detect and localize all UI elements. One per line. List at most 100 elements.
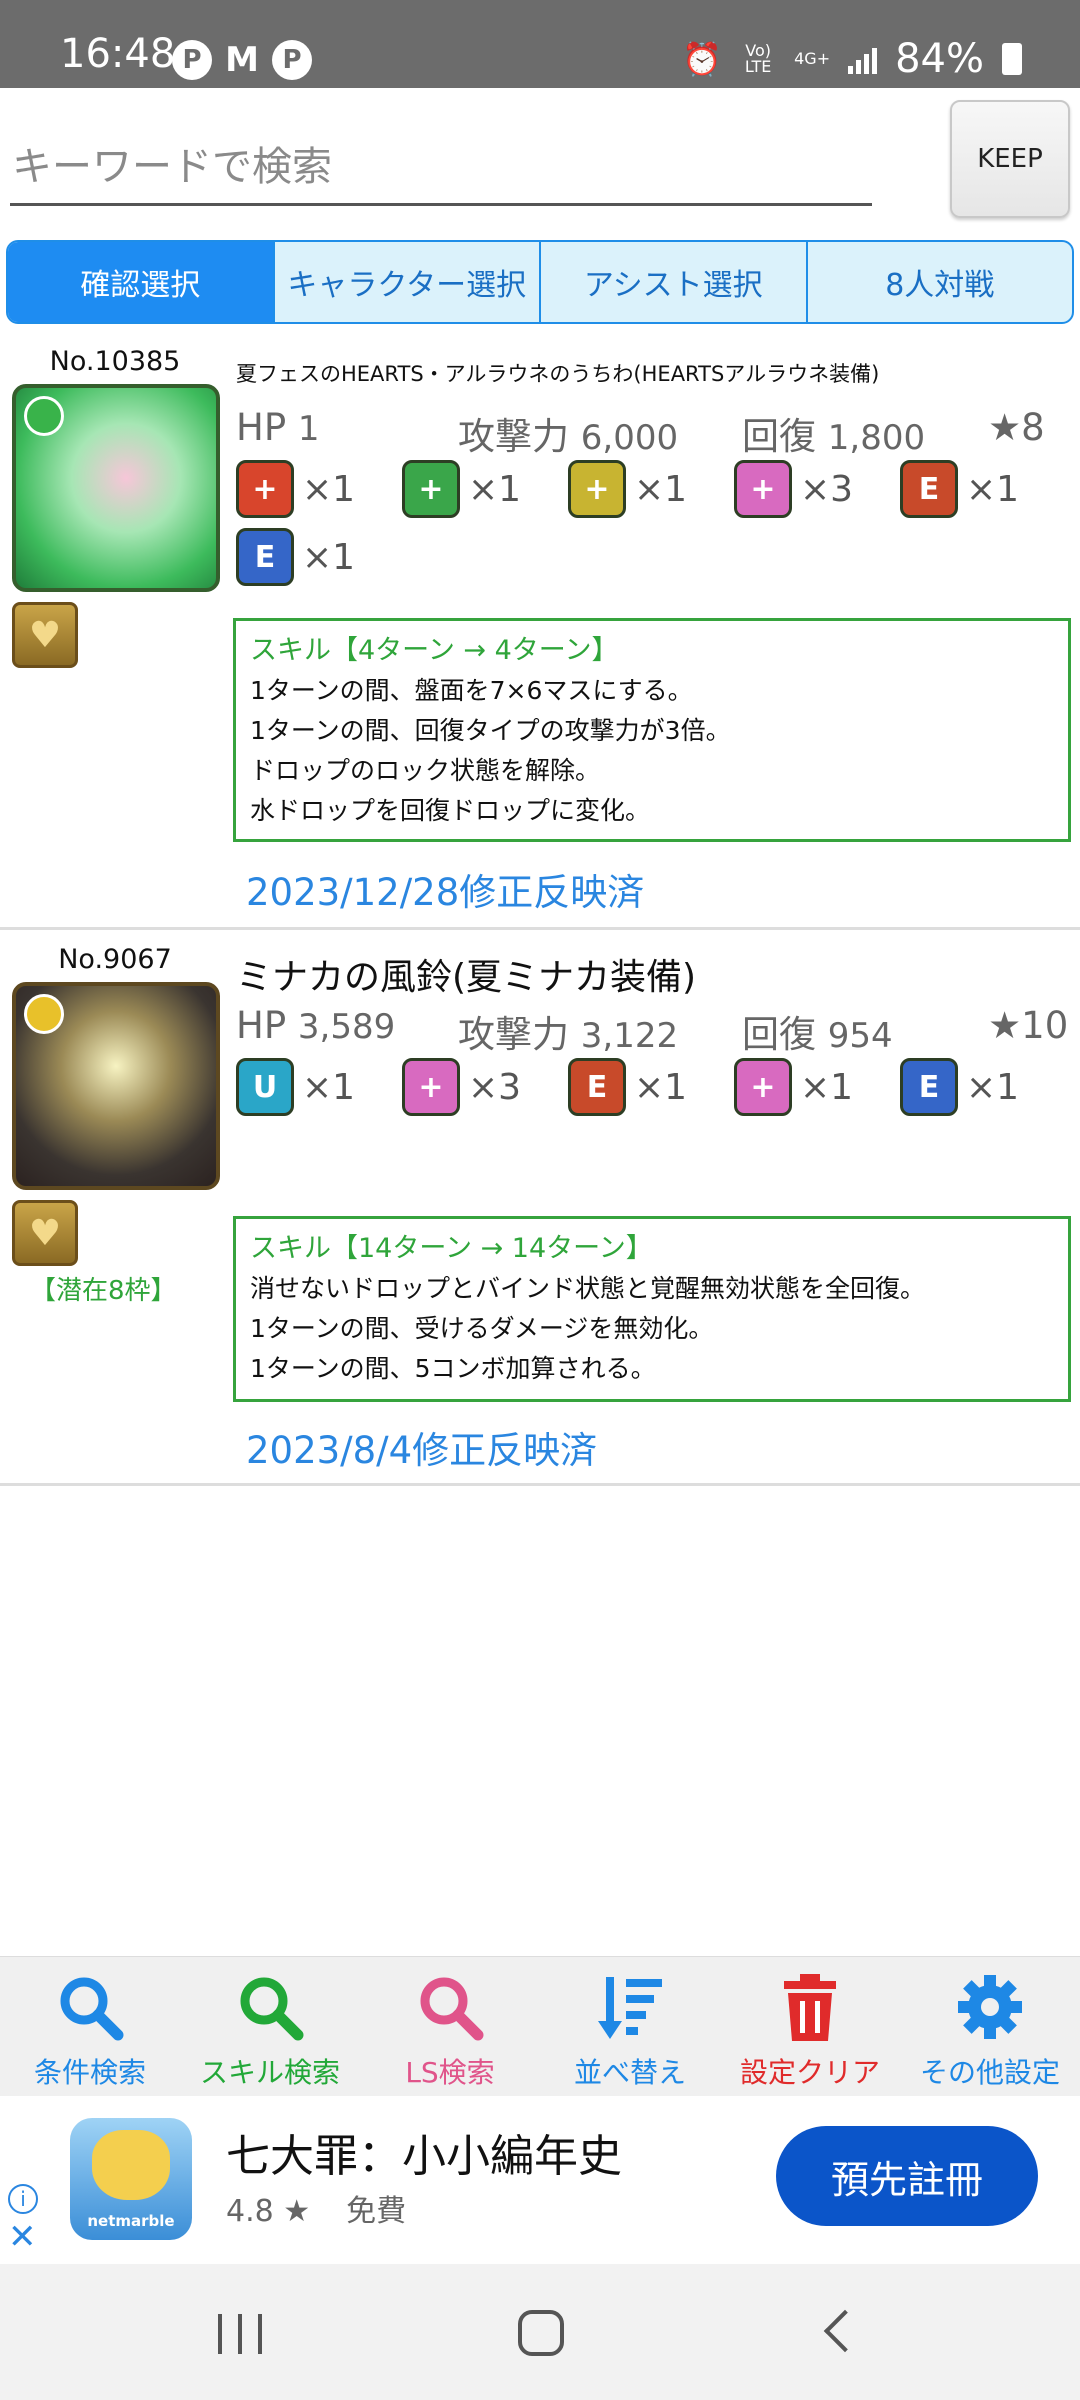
atk-label: 攻撃力 bbox=[458, 415, 569, 458]
skill-search-button[interactable]: スキル検索 bbox=[180, 1957, 360, 2096]
skill-header: スキル【4ターン → 4ターン】 bbox=[250, 635, 619, 666]
awakening-badge: + ×1 bbox=[236, 460, 355, 518]
skill-line: ドロップのロック状態を解除。 bbox=[250, 756, 601, 785]
condition-search-button[interactable]: 条件検索 bbox=[0, 1957, 180, 2096]
home-button[interactable] bbox=[518, 2310, 564, 2356]
wood-plus-icon: + bbox=[402, 460, 460, 518]
skill-box: スキル【4ターン → 4ターン】 1ターンの間、盤面を7×6マスにする。 1ター… bbox=[233, 618, 1071, 842]
status-bar: 16:48 P M P ⏰ Vo) LTE 4G+ 84% bbox=[0, 0, 1080, 88]
recent-apps-button[interactable] bbox=[218, 2314, 262, 2354]
monster-card[interactable]: No.10385 ♥ 夏フェスのHEARTS・アルラウネのうちわ(HEARTSア… bbox=[0, 340, 1080, 930]
awakening-list: U ×1 + ×3 E ×1 + ×1 E ×1 bbox=[236, 1058, 1076, 1124]
sort-button[interactable]: 並べ替え bbox=[540, 1957, 720, 2096]
awakening-badge: + ×1 bbox=[734, 1058, 853, 1116]
awakening-count: ×3 bbox=[800, 468, 854, 510]
latent-slots: 【潜在8枠】 bbox=[30, 1276, 177, 1306]
nav-label: 設定クリア bbox=[739, 2056, 880, 2089]
notification-p-icon: P bbox=[172, 40, 212, 80]
rcv-value: 954 bbox=[827, 1016, 893, 1056]
ad-app-icon[interactable]: netmarble bbox=[70, 2118, 192, 2240]
monster-portrait[interactable] bbox=[12, 982, 220, 1190]
tab-8-player-battle[interactable]: 8人対戦 bbox=[805, 242, 1073, 322]
bottom-toolbar: 条件検索 スキル検索 LS検索 並べ替え 設定クリア その他設定 bbox=[0, 1956, 1080, 2096]
skill-line: 1ターンの間、盤面を7×6マスにする。 bbox=[250, 676, 693, 705]
atk-label: 攻撃力 bbox=[458, 1013, 569, 1056]
awakening-count: ×1 bbox=[302, 1066, 356, 1108]
volte-icon: Vo) LTE bbox=[744, 41, 772, 76]
hp-label: HP bbox=[236, 406, 287, 449]
keep-button[interactable]: KEEP bbox=[950, 100, 1070, 218]
sort-icon bbox=[598, 1977, 662, 2039]
nav-label: その他設定 bbox=[919, 2056, 1060, 2089]
bind-resist-icon: U bbox=[236, 1058, 294, 1116]
nav-label: 並べ替え bbox=[573, 2056, 686, 2089]
search-input[interactable]: キーワードで検索 bbox=[10, 120, 872, 206]
clear-settings-button[interactable]: 設定クリア bbox=[720, 1957, 900, 2096]
awakening-badge: E ×1 bbox=[900, 1058, 1019, 1116]
awakening-badge: E ×1 bbox=[900, 460, 1019, 518]
atk-value: 3,122 bbox=[580, 1016, 679, 1056]
light-attribute-icon bbox=[24, 994, 64, 1034]
update-date: 2023/8/4修正反映済 bbox=[246, 1429, 598, 1472]
rcv-label: 回復 bbox=[742, 1013, 816, 1056]
sword-e-icon: E bbox=[900, 1058, 958, 1116]
awakening-count: ×1 bbox=[634, 468, 688, 510]
awakening-badge: + ×3 bbox=[734, 460, 853, 518]
ad-close-icon[interactable]: ✕ bbox=[8, 2220, 37, 2254]
fire-plus-icon: + bbox=[236, 460, 294, 518]
awakening-badge: + ×1 bbox=[402, 460, 521, 518]
ad-info-icon[interactable]: i bbox=[8, 2184, 38, 2214]
pre-register-button[interactable]: 預先註冊 bbox=[776, 2126, 1038, 2226]
wood-attribute-icon bbox=[24, 396, 64, 436]
awakening-count: ×1 bbox=[302, 536, 356, 578]
skill-line: 1ターンの間、5コンボ加算される。 bbox=[250, 1354, 656, 1383]
search-icon bbox=[60, 1977, 124, 2041]
update-date: 2023/12/28修正反映済 bbox=[246, 871, 645, 914]
awakening-badge: E ×1 bbox=[236, 528, 355, 586]
tab-character-select[interactable]: キャラクター選択 bbox=[272, 242, 540, 322]
atk-value: 6,000 bbox=[580, 418, 679, 458]
search-icon bbox=[420, 1977, 484, 2041]
heart-e-icon: E bbox=[568, 1058, 626, 1116]
monster-card[interactable]: No.9067 ♥ 【潜在8枠】 ミナカの風鈴(夏ミナカ装備) HP 3,589… bbox=[0, 940, 1080, 1486]
hp-value: 3,589 bbox=[297, 1007, 396, 1047]
skill-line: 水ドロップを回復ドロップに変化。 bbox=[250, 796, 651, 825]
awakening-count: ×1 bbox=[966, 468, 1020, 510]
team-heal-icon: + bbox=[734, 460, 792, 518]
monster-name: 夏フェスのHEARTS・アルラウネのうちわ(HEARTSアルラウネ装備) bbox=[236, 362, 880, 386]
ad-price: 免費 bbox=[346, 2194, 407, 2229]
super-awakening-heart-icon: ♥ bbox=[12, 602, 78, 668]
back-button[interactable] bbox=[823, 2309, 867, 2353]
tab-assist-select[interactable]: アシスト選択 bbox=[539, 242, 806, 322]
tab-confirm-select[interactable]: 確認選択 bbox=[8, 242, 273, 322]
awakening-badge: + ×3 bbox=[402, 1058, 521, 1116]
rarity: ★10 bbox=[988, 1004, 1069, 1047]
notification-p-icon-2: P bbox=[272, 40, 312, 80]
monster-stats: HP 3,589 攻撃力 3,122 回復 954 ★10 bbox=[236, 1004, 1069, 1056]
ls-search-button[interactable]: LS検索 bbox=[360, 1957, 540, 2096]
ad-logo: netmarble bbox=[87, 2212, 175, 2230]
ad-app-name[interactable]: 七大罪：小小編年史 bbox=[226, 2120, 622, 2184]
notification-icons: P M P bbox=[172, 40, 312, 80]
battery-icon bbox=[1002, 43, 1022, 75]
awakening-list: + ×1 + ×1 + ×1 + ×3 E ×1 E ×1 bbox=[236, 460, 1076, 590]
light-plus-icon: + bbox=[568, 460, 626, 518]
monster-number: No.9067 bbox=[58, 944, 172, 975]
heart-plus-icon: + bbox=[734, 1058, 792, 1116]
alarm-icon: ⏰ bbox=[682, 40, 723, 78]
monster-portrait[interactable] bbox=[12, 384, 220, 592]
network-type-icon: 4G+ bbox=[794, 49, 831, 68]
ad-banner[interactable]: netmarble 七大罪：小小編年史 4.8 ★ 免費 預先註冊 i ✕ bbox=[0, 2096, 1080, 2264]
ad-rating-row: 4.8 ★ 免費 bbox=[226, 2186, 406, 2230]
status-time: 16:48 bbox=[60, 31, 176, 77]
signal-icon bbox=[848, 44, 878, 74]
awakening-count: ×1 bbox=[966, 1066, 1020, 1108]
skill-line: 1ターンの間、回復タイプの攻撃力が3倍。 bbox=[250, 716, 731, 745]
skill-line: 1ターンの間、受けるダメージを無効化。 bbox=[250, 1314, 714, 1343]
skill-box: スキル【14ターン → 14ターン】 消せないドロップとバインド状態と覚醒無効状… bbox=[233, 1216, 1071, 1402]
hp-value: 1 bbox=[297, 409, 320, 449]
ad-character-image bbox=[92, 2130, 170, 2200]
awakening-count: ×1 bbox=[634, 1066, 688, 1108]
team-heal-icon: + bbox=[402, 1058, 460, 1116]
other-settings-button[interactable]: その他設定 bbox=[900, 1957, 1080, 2096]
